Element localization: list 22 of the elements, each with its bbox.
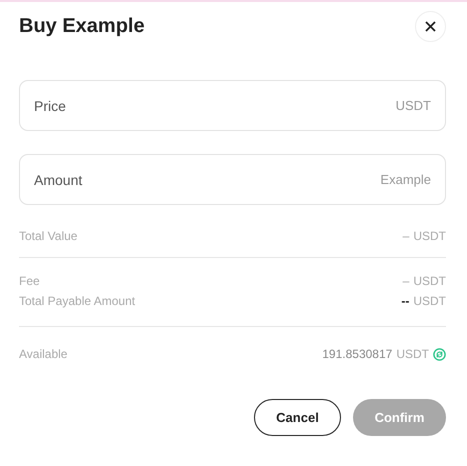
field-label: Price — [34, 98, 66, 114]
available-unit: USDT — [396, 347, 429, 361]
available-value: 191.8530817 — [322, 347, 392, 361]
field-label: Amount — [34, 172, 82, 188]
summary-value: – — [402, 229, 410, 243]
close-button[interactable] — [415, 10, 446, 42]
input-field[interactable]: Amount Example — [19, 154, 446, 205]
field-unit: USDT — [396, 98, 431, 113]
input-field[interactable]: Price USDT — [19, 80, 446, 131]
summary-label: Fee — [19, 274, 40, 288]
summary-unit: USDT — [413, 229, 446, 243]
summary-value: – — [402, 274, 410, 288]
cancel-button[interactable]: Cancel — [254, 399, 341, 436]
summary-unit: USDT — [413, 294, 446, 308]
summary-label: Total Payable Amount — [19, 294, 136, 308]
field-unit: Example — [380, 172, 431, 187]
dialog-title: Buy Example — [19, 14, 145, 38]
summary-unit: USDT — [413, 274, 446, 288]
available-label: Available — [19, 347, 68, 361]
summary-label: Total Value — [19, 229, 78, 243]
close-icon — [425, 20, 436, 32]
summary-value: -- — [401, 294, 410, 308]
